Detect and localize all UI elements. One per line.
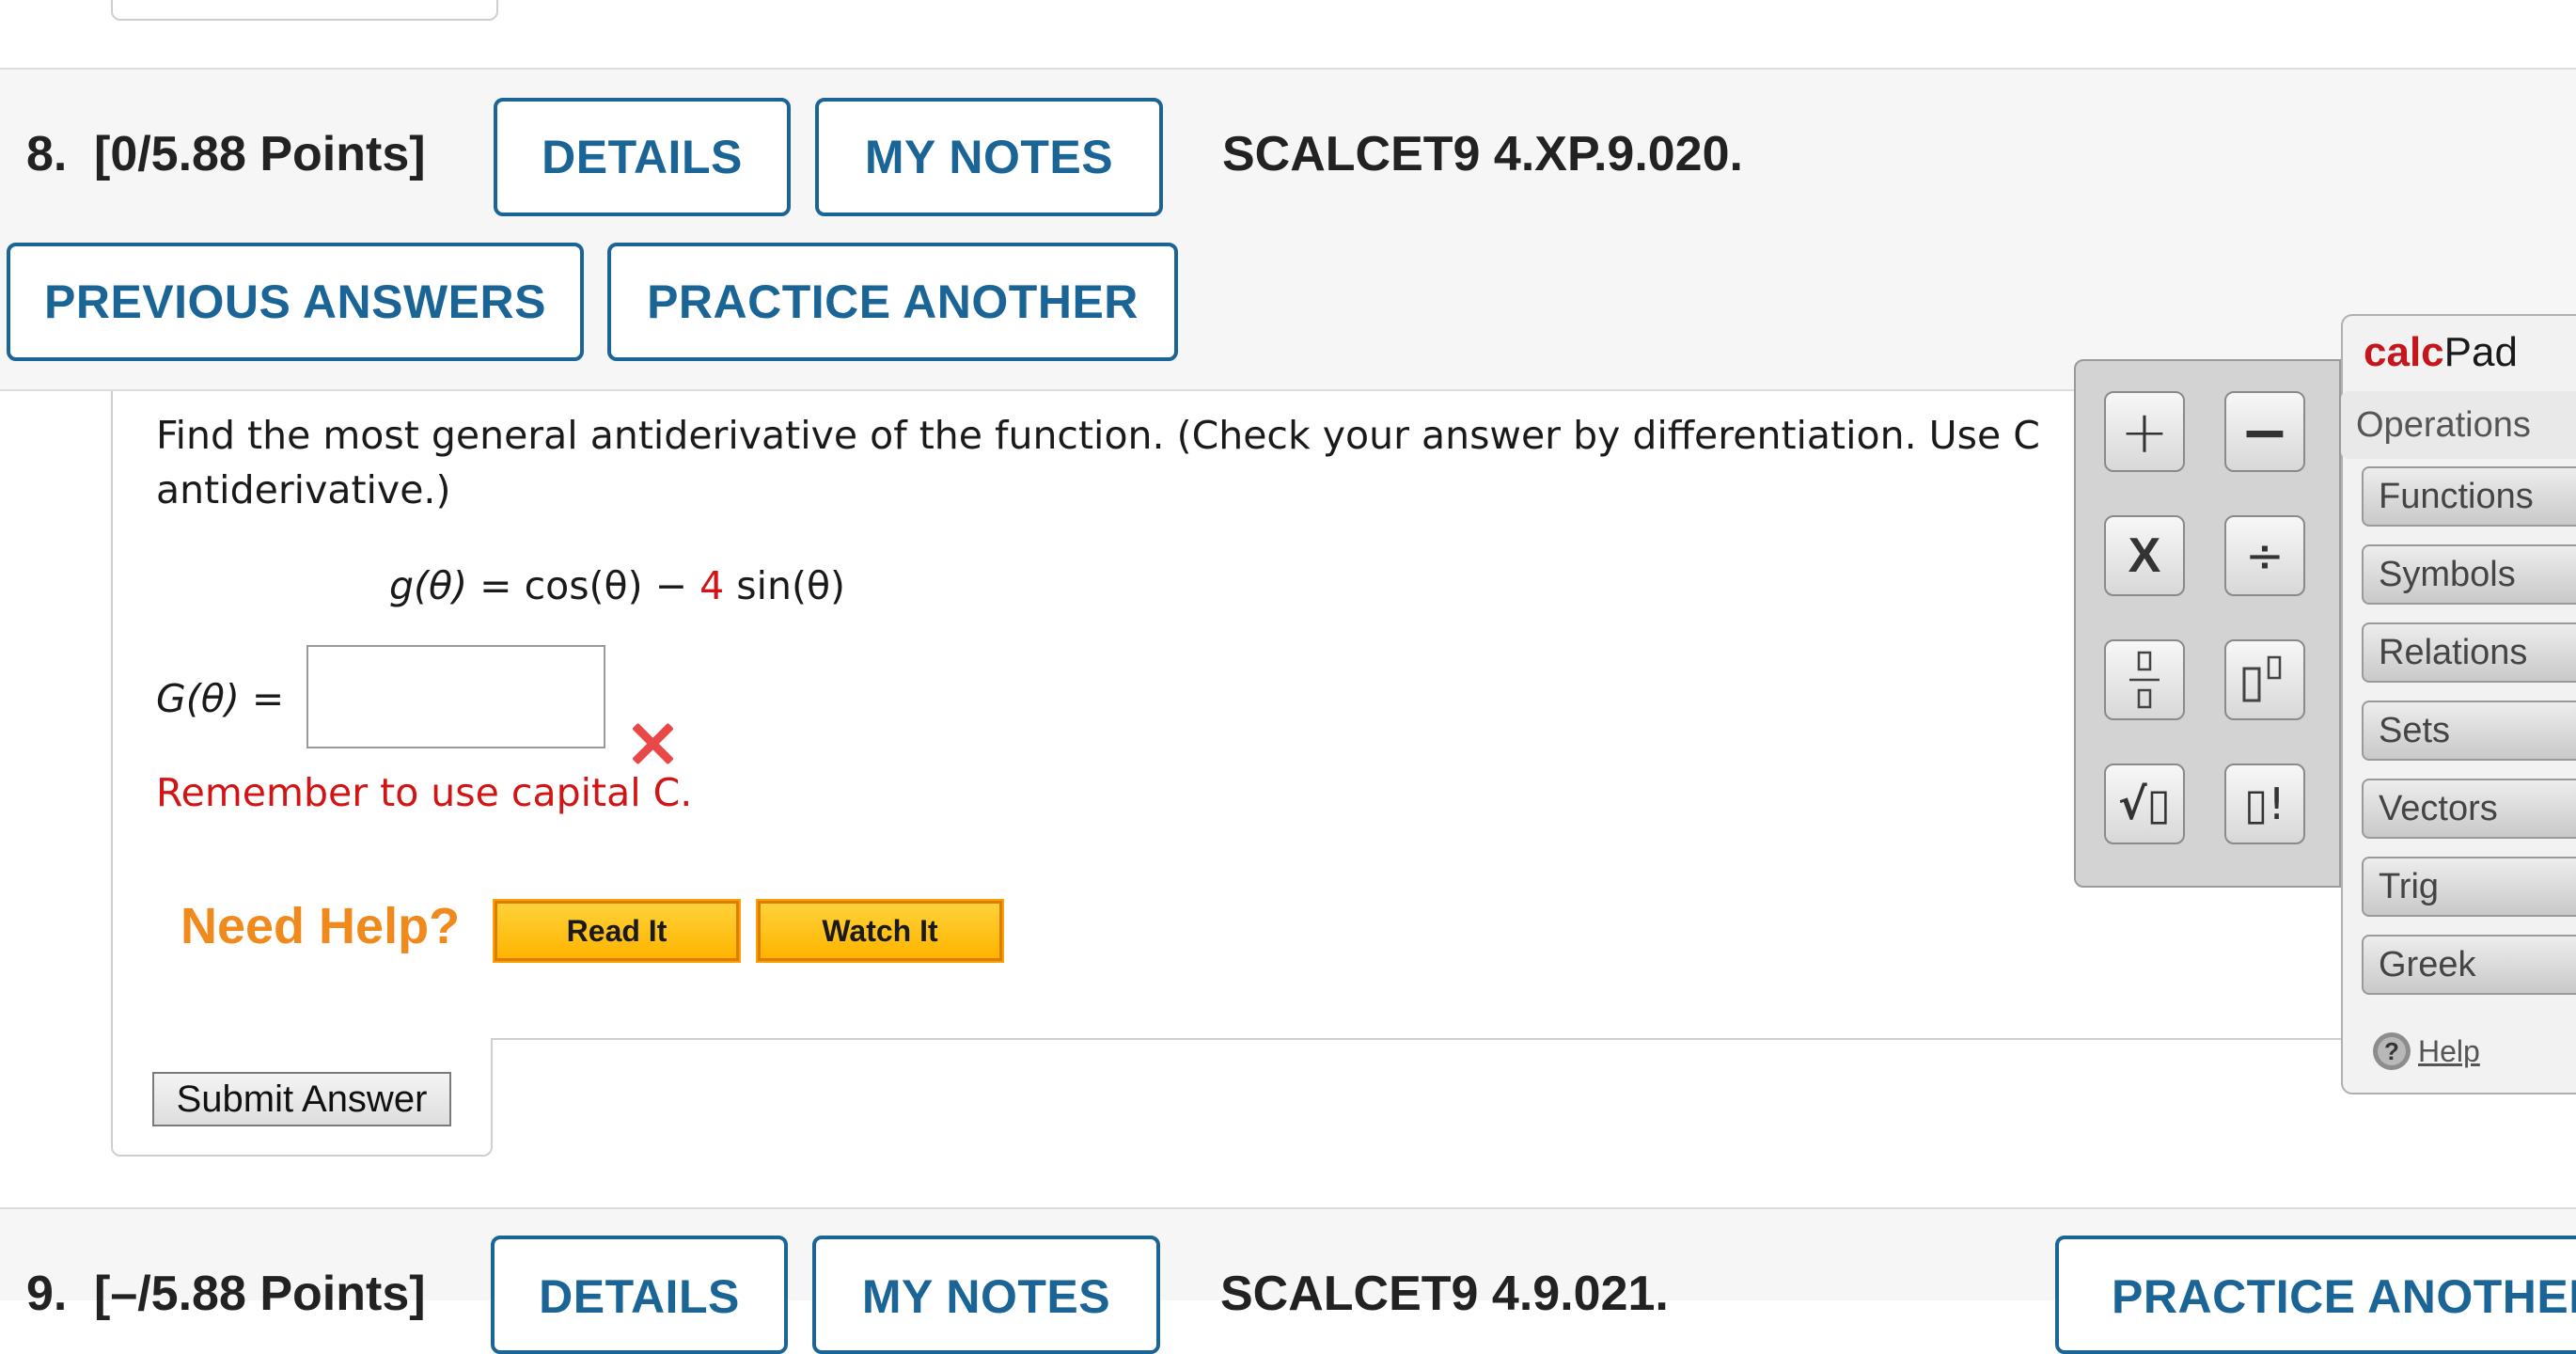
function-term-1: cos(θ)	[524, 563, 643, 608]
function-coefficient: 4	[699, 563, 725, 608]
submit-answer-button[interactable]: Submit Answer	[152, 1072, 451, 1126]
question-prompt-line2: antiderivative.)	[156, 467, 451, 512]
error-message: Remember to use capital C.	[156, 770, 693, 815]
exponent-icon	[2242, 655, 2282, 702]
question-9-my-notes-button[interactable]: MY NOTES	[812, 1236, 1160, 1354]
question-9-points: [–/5.88 Points]	[94, 1267, 426, 1321]
help-link[interactable]: Help	[2418, 1034, 2480, 1069]
question-number: 8.	[26, 127, 68, 181]
function-equals: =	[479, 563, 512, 608]
tab-functions[interactable]: Functions	[2362, 466, 2576, 527]
tab-symbols[interactable]: Symbols	[2362, 544, 2576, 605]
factorial-button[interactable]: ▯!	[2224, 764, 2305, 844]
calcpad-operations-grid: + − X ÷ √▯ ▯!	[2074, 359, 2341, 888]
question-code: SCALCET9 4.XP.9.020.	[1222, 127, 1743, 181]
question-points: [0/5.88 Points]	[94, 127, 426, 181]
calcpad-title: calcPad	[2364, 329, 2518, 375]
plus-button[interactable]: +	[2104, 391, 2185, 472]
question-9-number: 9.	[26, 1267, 68, 1321]
function-minus: −	[654, 563, 688, 608]
previous-answers-button[interactable]: PREVIOUS ANSWERS	[7, 243, 584, 361]
exponent-button[interactable]	[2224, 639, 2305, 720]
tab-greek[interactable]: Greek	[2362, 935, 2576, 995]
details-button[interactable]: DETAILS	[494, 98, 791, 216]
tab-vectors[interactable]: Vectors	[2362, 779, 2576, 839]
calcpad-help[interactable]: ? Help	[2371, 1031, 2480, 1072]
svg-text:?: ?	[2384, 1037, 2399, 1065]
help-icon: ?	[2373, 1032, 2411, 1070]
answer-label: G(θ) =	[156, 676, 285, 721]
question-9-details-button[interactable]: DETAILS	[491, 1236, 788, 1354]
fraction-icon	[2129, 651, 2160, 709]
divide-button[interactable]: ÷	[2224, 515, 2305, 596]
function-term-2: sin(θ)	[736, 563, 846, 608]
minus-button[interactable]: −	[2224, 391, 2305, 472]
fraction-button[interactable]	[2104, 639, 2185, 720]
tab-trig[interactable]: Trig	[2362, 857, 2576, 917]
tab-operations[interactable]: Operations	[2341, 391, 2576, 459]
function-lhs: g(θ)	[389, 563, 468, 608]
practice-another-button[interactable]: PRACTICE ANOTHER	[607, 243, 1178, 361]
multiply-button[interactable]: X	[2104, 515, 2185, 596]
read-it-button[interactable]: Read It	[493, 899, 741, 963]
tab-relations[interactable]: Relations	[2362, 622, 2576, 683]
question-9-code: SCALCET9 4.9.021.	[1220, 1267, 1669, 1321]
sqrt-button[interactable]: √▯	[2104, 764, 2185, 844]
question-prompt-line1: Find the most general antiderivative of …	[156, 413, 2040, 458]
watch-it-button[interactable]: Watch It	[756, 899, 1004, 963]
question-9-practice-another-button[interactable]: PRACTICE ANOTHER	[2055, 1236, 2576, 1354]
tab-sets[interactable]: Sets	[2362, 701, 2576, 761]
my-notes-button[interactable]: MY NOTES	[815, 98, 1163, 216]
incorrect-icon	[628, 720, 677, 769]
calcpad-panel: calcPad Operations Functions Symbols Rel…	[2341, 314, 2576, 1094]
answer-input[interactable]	[306, 645, 605, 748]
need-help-label: Need Help?	[181, 898, 461, 954]
submit-area-divider	[493, 1038, 2576, 1040]
function-expression: g(θ) = cos(θ) − 4 sin(θ)	[389, 559, 845, 613]
previous-question-box	[111, 0, 498, 21]
